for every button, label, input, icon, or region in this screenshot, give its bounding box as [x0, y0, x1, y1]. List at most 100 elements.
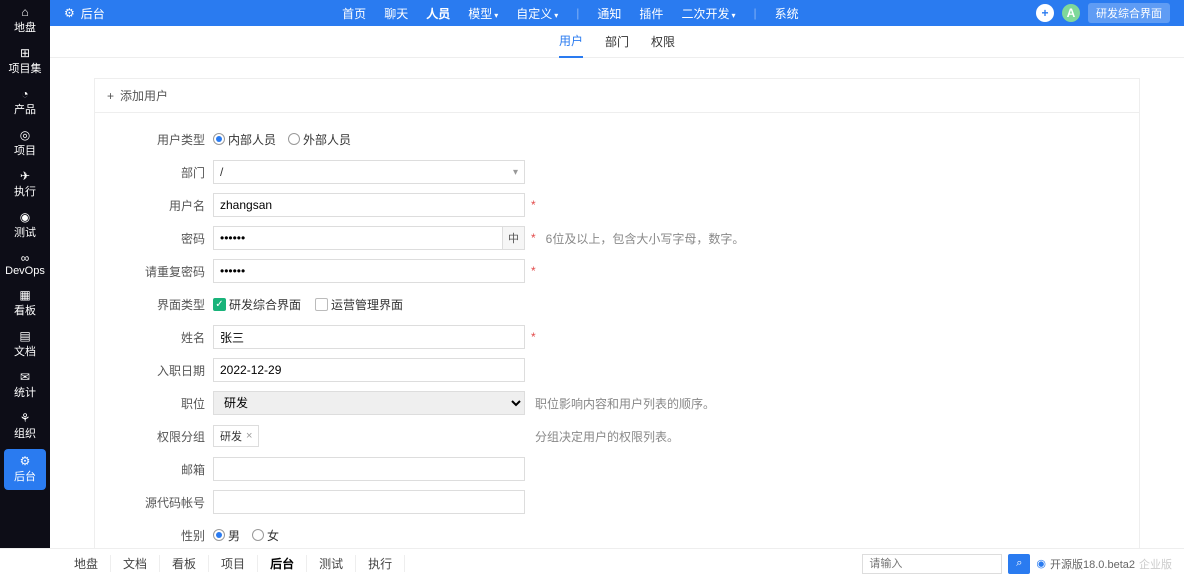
radio-female[interactable]: 女 [252, 527, 279, 544]
panel-header: + 添加用户 [95, 79, 1139, 113]
nav-system[interactable]: 系统 [775, 5, 799, 22]
sidebar-item-qa[interactable]: ◉测试 [0, 205, 50, 246]
tab-department[interactable]: 部门 [605, 26, 629, 57]
separator: | [753, 6, 756, 20]
sidebar-item-org[interactable]: ⚘组织 [0, 406, 50, 447]
required-mark: * [531, 231, 536, 245]
sidebar-item-project[interactable]: ◎项目 [0, 123, 50, 164]
label-username: 用户名 [135, 197, 213, 214]
sidebar-item-stats[interactable]: ✉统计 [0, 365, 50, 406]
mail-icon: ✉ [20, 371, 30, 383]
sidebar-item-program[interactable]: ⊞项目集 [0, 41, 50, 82]
password-strength-toggle[interactable]: 中 [503, 226, 525, 250]
bottom-tab-doc[interactable]: 文档 [111, 555, 160, 572]
label-source-account: 源代码帐号 [135, 494, 213, 511]
checkbox-icon [315, 298, 328, 311]
nav-people[interactable]: 人员 [426, 5, 450, 22]
radio-internal[interactable]: 内部人员 [213, 131, 276, 148]
sidebar-item-kanban[interactable]: ▦看板 [0, 283, 50, 324]
checkbox-ops-ui[interactable]: 运营管理界面 [315, 296, 403, 313]
topbar-nav: 首页 聊天 人员 模型▾ 自定义▾ | 通知 插件 二次开发▾ | 系统 [105, 5, 1036, 22]
sidebar-item-label: 组织 [14, 425, 36, 441]
label-realname: 姓名 [135, 329, 213, 346]
avatar[interactable]: A [1062, 4, 1080, 22]
source-account-input[interactable] [213, 490, 525, 514]
username-input[interactable] [213, 193, 525, 217]
bottom-tab-dashboard[interactable]: 地盘 [62, 555, 111, 572]
realname-input[interactable] [213, 325, 525, 349]
label-perm-group: 权限分组 [135, 428, 213, 445]
sidebar-item-devops[interactable]: ∞DevOps [0, 246, 50, 283]
label-department: 部门 [135, 164, 213, 181]
gear-icon: ⚙ [20, 455, 31, 467]
chevron-down-icon: ▾ [554, 11, 558, 20]
tab-permission[interactable]: 权限 [651, 26, 675, 57]
sidebar-item-label: 看板 [14, 302, 36, 318]
role-select[interactable]: 研发 [213, 391, 525, 415]
confirm-password-input[interactable] [213, 259, 525, 283]
globe-icon: ◉ [1036, 557, 1046, 570]
role-hint: 职位影响内容和用户列表的顺序。 [535, 395, 715, 412]
grid-icon: ⊞ [20, 47, 30, 59]
sidebar-item-execution[interactable]: ✈执行 [0, 164, 50, 205]
separator: | [576, 6, 579, 20]
sidebar-item-dashboard[interactable]: ⌂地盘 [0, 0, 50, 41]
bottom-tab-kanban[interactable]: 看板 [160, 555, 209, 572]
search-input[interactable] [862, 554, 1002, 574]
required-mark: * [531, 198, 536, 212]
checkbox-rd-ui[interactable]: ✓研发综合界面 [213, 296, 301, 313]
nav-home[interactable]: 首页 [342, 5, 366, 22]
topbar-context[interactable]: 后台 [81, 5, 105, 22]
bottombar: 地盘 文档 看板 项目 后台 测试 执行 ⌕ ◉ 开源版18.0.beta2 企… [0, 548, 1184, 578]
sidebar-item-label: 执行 [14, 183, 36, 199]
label-confirm-password: 请重复密码 [135, 263, 213, 280]
label-gender: 性别 [135, 527, 213, 544]
nav-custom[interactable]: 自定义▾ [516, 5, 558, 22]
join-date-input[interactable] [213, 358, 525, 382]
sidebar-item-product[interactable]: ◔产品 [0, 82, 50, 123]
password-input[interactable] [213, 226, 503, 250]
target-icon: ◎ [20, 129, 30, 141]
bottom-tab-project[interactable]: 项目 [209, 555, 258, 572]
sidebar-item-label: 项目集 [9, 60, 42, 76]
nav-chat[interactable]: 聊天 [384, 5, 408, 22]
sidebar-item-label: 产品 [14, 101, 36, 117]
sidebar-item-admin[interactable]: ⚙后台 [4, 449, 46, 490]
department-select[interactable]: /▾ [213, 160, 525, 184]
nav-notify[interactable]: 通知 [597, 5, 621, 22]
watermark: 企业版 [1139, 556, 1172, 572]
bottom-tab-admin[interactable]: 后台 [258, 555, 307, 572]
search-icon: ⌕ [1016, 557, 1022, 570]
add-button[interactable]: + [1036, 4, 1054, 22]
form-panel: + 添加用户 用户类型 内部人员 外部人员 部门 /▾ [94, 78, 1140, 578]
radio-icon [252, 529, 264, 541]
label-password: 密码 [135, 230, 213, 247]
label-user-type: 用户类型 [135, 131, 213, 148]
test-icon: ◉ [20, 211, 30, 223]
version-text: 开源版18.0.beta2 [1050, 556, 1135, 572]
required-mark: * [531, 264, 536, 278]
topbar: ⚙ 后台 首页 聊天 人员 模型▾ 自定义▾ | 通知 插件 二次开发▾ | 系… [50, 0, 1184, 26]
search-button[interactable]: ⌕ [1008, 554, 1030, 574]
sidebar-item-label: 统计 [14, 384, 36, 400]
email-input[interactable] [213, 457, 525, 481]
perm-group-tag[interactable]: 研发× [213, 425, 259, 447]
radio-male[interactable]: 男 [213, 527, 240, 544]
ui-mode-badge[interactable]: 研发综合界面 [1088, 3, 1170, 23]
sidebar-item-doc[interactable]: ▤文档 [0, 324, 50, 365]
bottom-tab-qa[interactable]: 测试 [307, 555, 356, 572]
close-icon[interactable]: × [246, 430, 252, 442]
label-ui-type: 界面类型 [135, 296, 213, 313]
perm-group-hint: 分组决定用户的权限列表。 [535, 428, 679, 445]
radio-external[interactable]: 外部人员 [288, 131, 351, 148]
chevron-down-icon: ▾ [494, 11, 498, 20]
gear-icon: ⚙ [64, 6, 75, 20]
tab-user[interactable]: 用户 [559, 25, 583, 58]
nav-model[interactable]: 模型▾ [468, 5, 498, 22]
sidebar-item-label: 地盘 [14, 19, 36, 35]
nav-plugin[interactable]: 插件 [639, 5, 663, 22]
label-email: 邮箱 [135, 461, 213, 478]
nav-dev[interactable]: 二次开发▾ [681, 5, 735, 22]
bottom-tab-execution[interactable]: 执行 [356, 555, 405, 572]
sidebar-item-label: 项目 [14, 142, 36, 158]
